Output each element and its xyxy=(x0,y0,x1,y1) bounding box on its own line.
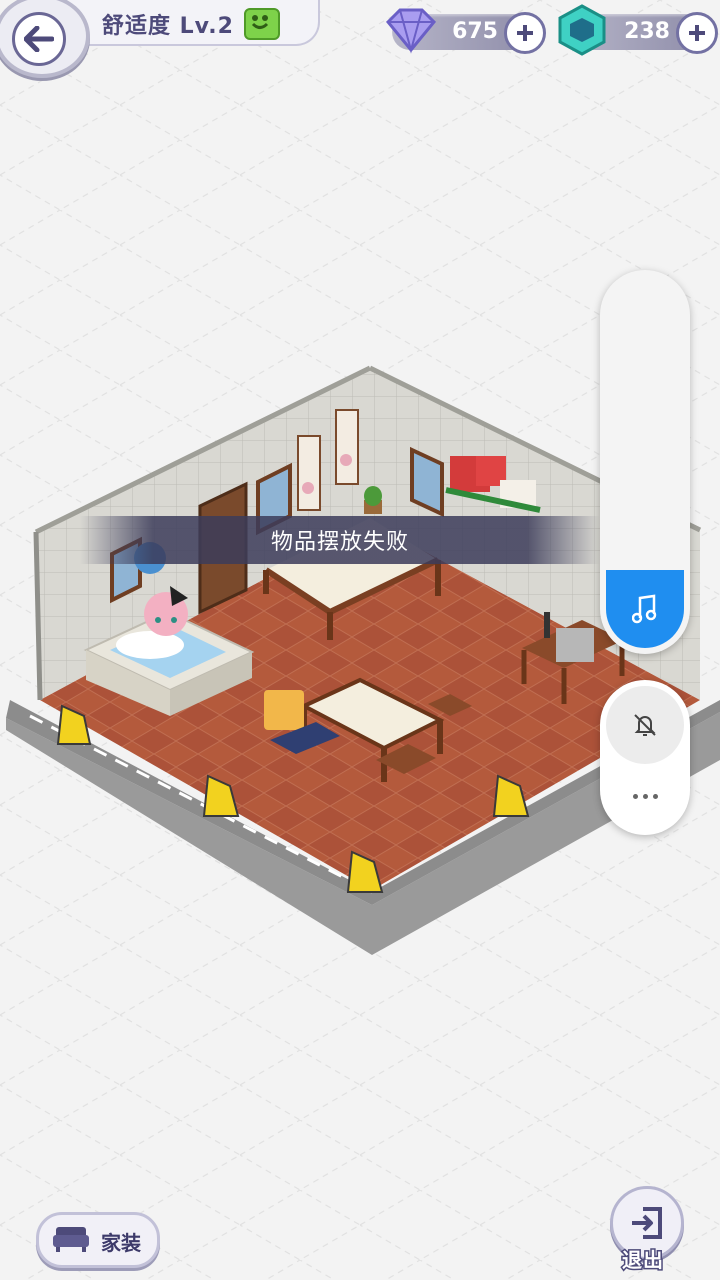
furnish-button[interactable]: 家装 xyxy=(36,1212,160,1268)
comfort-level-label: 舒适度 Lv.2 xyxy=(102,14,234,39)
crystal-counter: 238 xyxy=(558,4,718,56)
volume-slider[interactable] xyxy=(600,270,690,654)
more-dot-icon xyxy=(652,793,658,799)
diamond-counter: 675 xyxy=(385,8,546,54)
diamond-amount: 675 xyxy=(452,19,498,44)
back-arrow-icon xyxy=(12,12,66,66)
crystal-icon xyxy=(558,4,606,56)
toast-message: 物品摆放失败 xyxy=(270,530,409,555)
more-dot-icon xyxy=(642,793,648,799)
sound-controls-panel xyxy=(600,680,690,835)
placement-failed-toast: 物品摆放失败 xyxy=(80,516,600,564)
smile-face-icon xyxy=(244,8,280,40)
more-options-button[interactable] xyxy=(620,776,670,816)
volume-level-fill xyxy=(606,570,684,648)
add-diamonds-button[interactable] xyxy=(504,12,546,54)
add-crystals-button[interactable] xyxy=(676,12,718,54)
plus-icon xyxy=(517,25,533,41)
more-dot-icon xyxy=(632,793,638,799)
exit-door-icon xyxy=(632,1207,662,1239)
music-note-icon xyxy=(632,594,657,624)
furnish-label: 家装 xyxy=(101,1231,141,1255)
sofa-icon xyxy=(53,1227,89,1252)
exit-label: 退出 xyxy=(621,1247,665,1274)
crystal-amount: 238 xyxy=(624,19,670,44)
mute-button[interactable] xyxy=(606,686,684,764)
plus-icon xyxy=(689,25,705,41)
diamond-icon xyxy=(385,8,437,54)
bell-off-icon xyxy=(634,714,656,736)
